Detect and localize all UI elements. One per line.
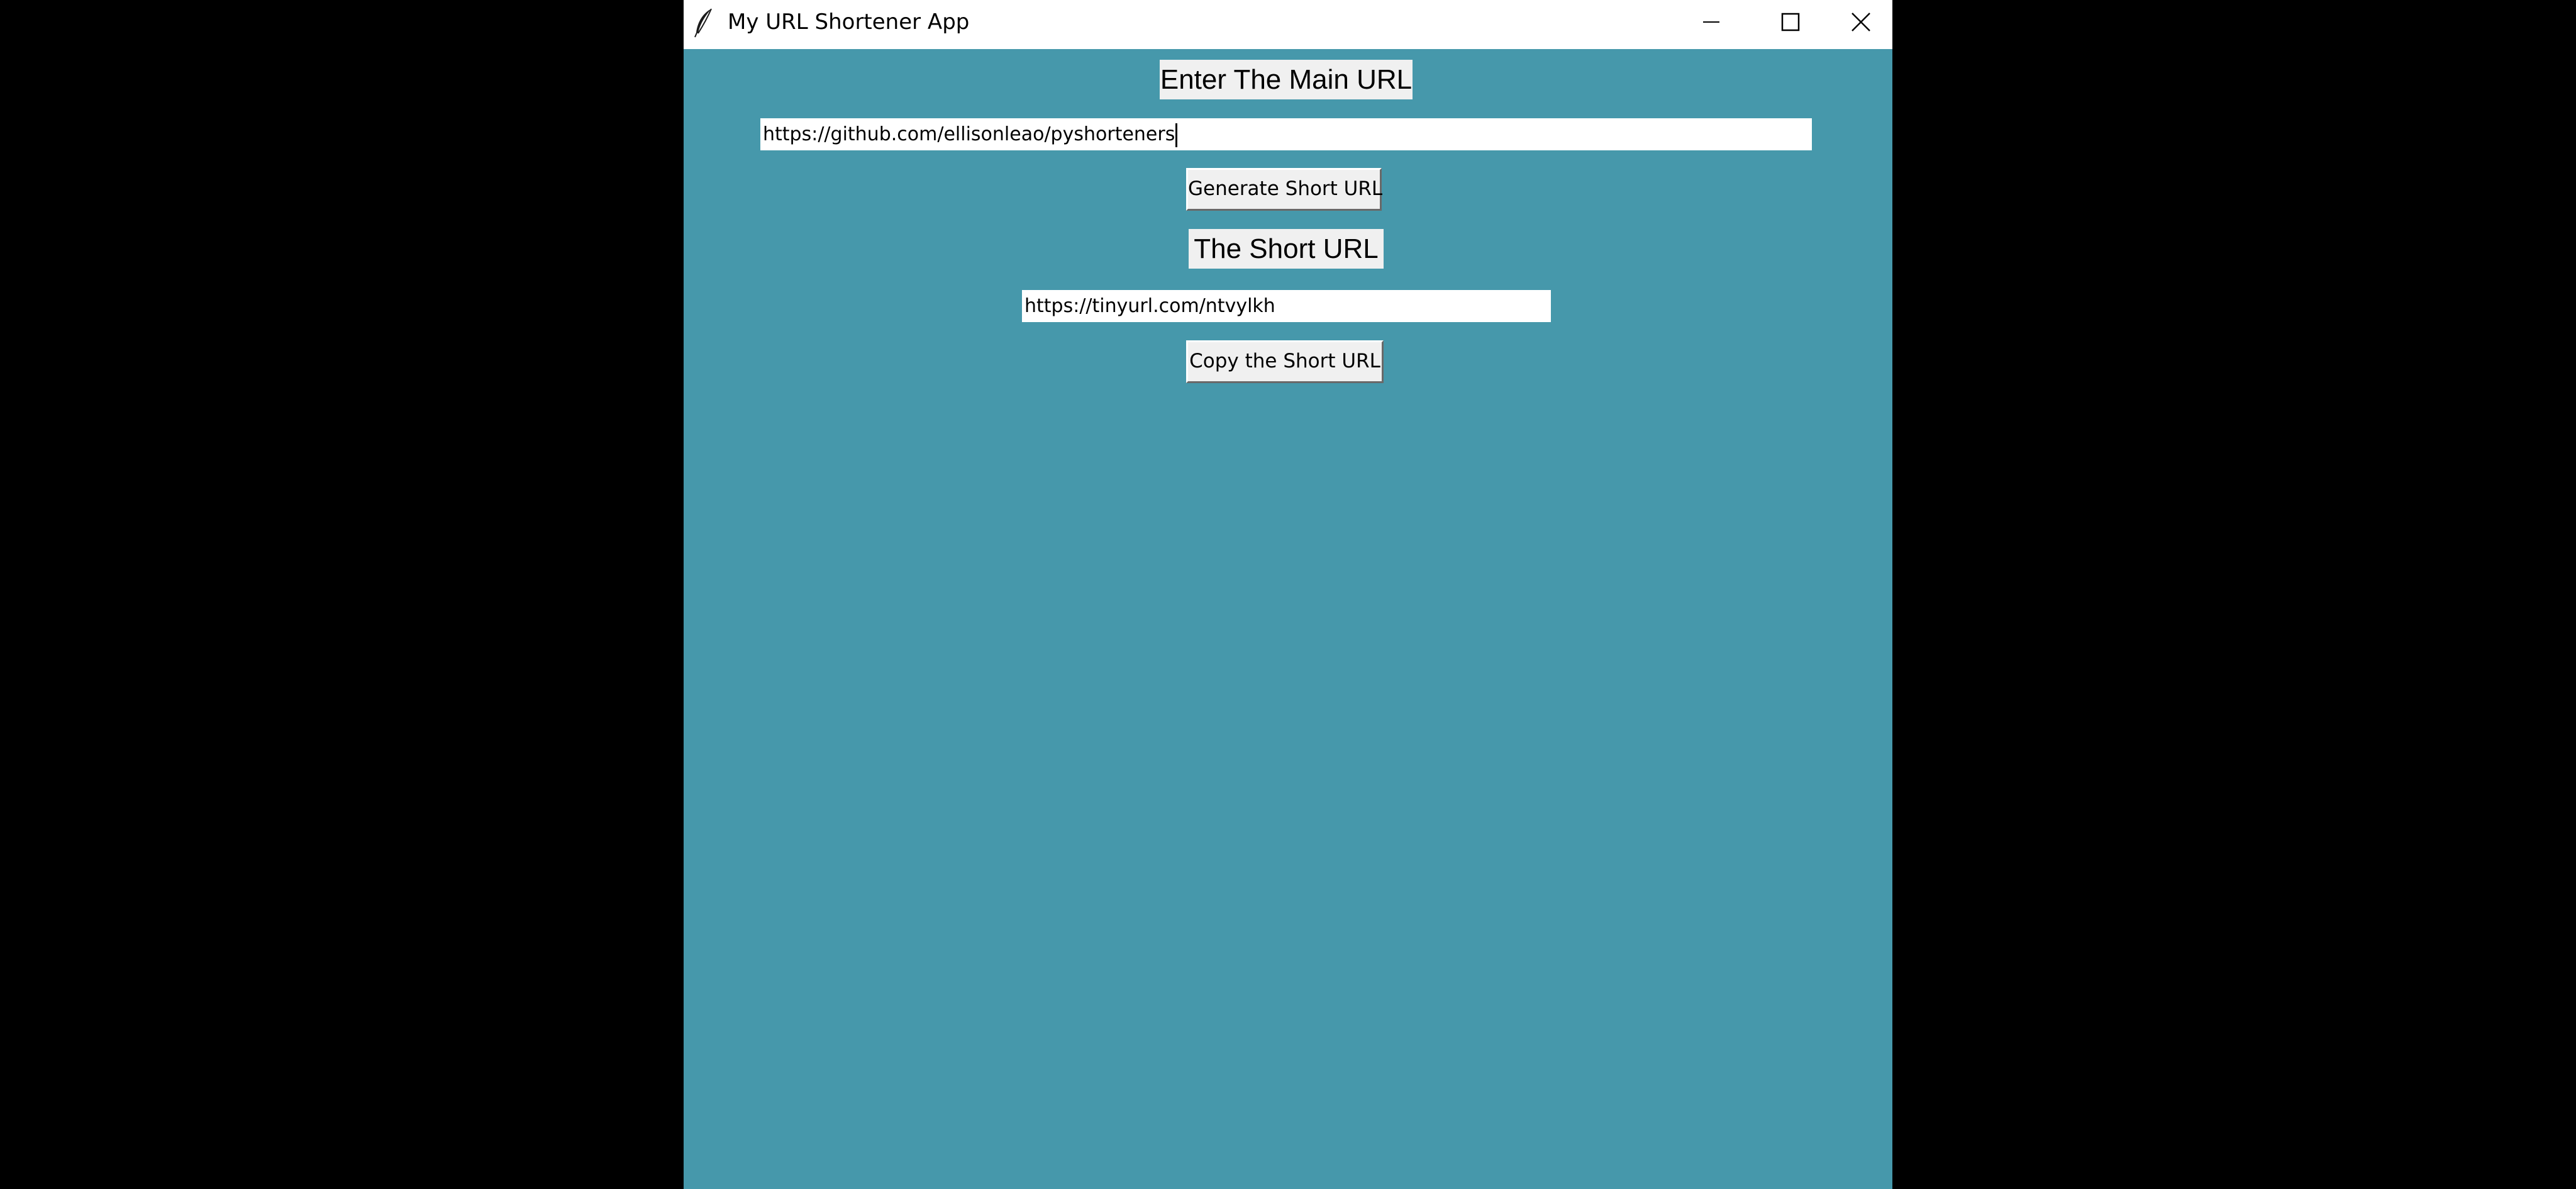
- close-button[interactable]: [1829, 0, 1892, 44]
- window-title: My URL Shortener App: [728, 9, 970, 35]
- title-bar[interactable]: My URL Shortener App: [684, 0, 1892, 49]
- minimize-button[interactable]: [1672, 0, 1751, 44]
- main-url-value: https://github.com/ellisonleao/pyshorten…: [763, 123, 1175, 145]
- text-caret: [1175, 123, 1178, 147]
- window-content: Enter The Main URL https://github.com/el…: [684, 49, 1892, 1189]
- app-window: My URL Shortener App Enter The Main URL …: [684, 0, 1892, 1189]
- main-url-input[interactable]: https://github.com/ellisonleao/pyshorten…: [760, 118, 1812, 150]
- feather-icon: [694, 8, 712, 38]
- generate-short-url-button[interactable]: Generate Short URL: [1186, 168, 1382, 211]
- short-url-value: https://tinyurl.com/ntvylkh: [1024, 295, 1275, 317]
- copy-short-url-button[interactable]: Copy the Short URL: [1186, 340, 1384, 383]
- main-url-label: Enter The Main URL: [1160, 60, 1413, 99]
- short-url-input[interactable]: https://tinyurl.com/ntvylkh: [1022, 290, 1551, 322]
- close-icon: [1852, 13, 1870, 31]
- minimize-icon: [1703, 21, 1719, 23]
- maximize-icon: [1781, 13, 1800, 31]
- maximize-button[interactable]: [1751, 0, 1830, 44]
- short-url-label: The Short URL: [1189, 229, 1384, 269]
